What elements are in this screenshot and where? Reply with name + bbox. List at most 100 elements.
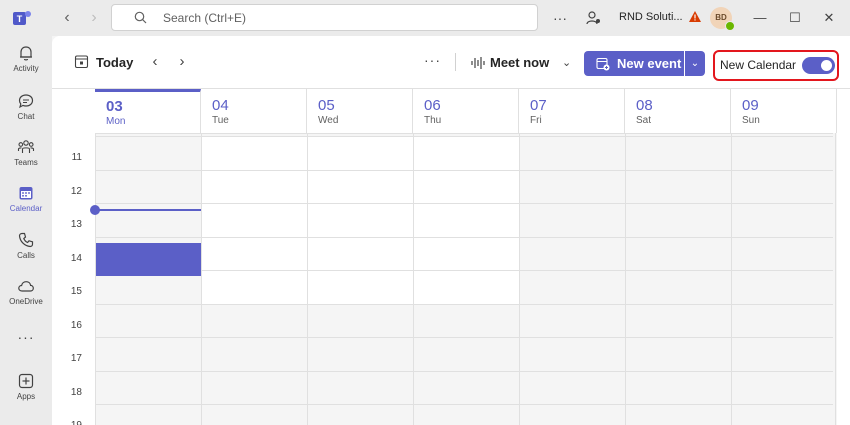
warning-icon[interactable] [689,11,701,22]
hour-label: 14 [70,252,82,264]
day-header-03[interactable]: 03 Mon [95,89,201,133]
rail-item-calls[interactable]: Calls [0,231,52,275]
back-icon[interactable]: ‹ [58,9,76,27]
day-number: 05 [318,97,335,114]
hour-label: 16 [70,319,82,331]
search-input[interactable]: Search (Ctrl+E) [111,4,538,31]
day-header-04[interactable]: 04 Tue [201,89,307,133]
calendar-icon [19,187,33,200]
hour-line [95,270,833,271]
calendar-today-icon [74,55,89,69]
forward-icon[interactable]: › [85,9,103,27]
more-apps-icon[interactable]: ··· [0,329,52,345]
hour-label: 13 [70,219,82,230]
day-header-06[interactable]: 06 Thu [413,89,519,133]
hour-line [95,404,833,405]
next-week-icon[interactable]: › [175,54,189,70]
working-hours-block [96,136,201,304]
day-of-week: Mon [106,116,126,127]
day-header-08[interactable]: 08 Sat [625,89,731,133]
grid-right-edge [835,133,836,425]
hour-line [95,203,833,204]
rail-label-calls: Calls [17,251,35,260]
day-number: 08 [636,97,653,114]
day-header-07[interactable]: 07 Fri [519,89,625,133]
day-column-06[interactable] [413,133,519,425]
day-column-05[interactable] [307,133,413,425]
day-number: 04 [212,97,229,114]
rail-item-calendar[interactable]: Calendar [0,184,52,228]
meet-now-label: Meet now [490,55,550,70]
rail-item-activity[interactable]: Activity [0,44,52,88]
new-calendar-highlight: New Calendar [713,50,839,81]
rail-label-activity: Activity [13,64,39,73]
day-column-07[interactable] [519,133,625,425]
calendar-toolbar: Today ‹ › ··· Meet now ⌄ New event ⌄ New… [52,36,850,89]
bell-icon [20,46,32,61]
new-calendar-label: New Calendar [720,58,797,72]
day-column-04[interactable] [201,133,307,425]
previous-week-icon[interactable]: ‹ [148,54,162,70]
search-placeholder: Search (Ctrl+E) [163,11,247,25]
calendar-add-icon [596,57,610,71]
current-time-dot [90,205,100,215]
hour-line [95,169,833,171]
app-rail: Activity Chat Teams Calendar Calls OneDr… [0,36,52,425]
hour-label: 17 [70,353,82,364]
new-calendar-toggle[interactable] [802,57,835,74]
teams-logo-icon: T [13,11,31,25]
day-column-09[interactable] [731,133,837,425]
day-number: 07 [530,97,547,114]
toggle-knob [821,60,832,71]
day-column-03[interactable] [95,133,201,425]
rail-item-onedrive[interactable]: OneDrive [0,277,52,321]
hour-line [95,337,833,338]
rail-label-teams: Teams [14,158,38,167]
rail-label-onedrive: OneDrive [9,297,43,306]
day-header-05[interactable]: 05 Wed [307,89,413,133]
day-of-week: Tue [212,115,229,126]
day-of-week: Thu [424,115,442,126]
phone-icon [18,232,34,248]
calendar-event-block[interactable] [96,242,201,276]
toolbar-more-icon[interactable]: ··· [424,52,441,68]
hour-label: 12 [70,185,82,197]
hour-line [95,303,833,305]
rail-item-apps[interactable]: Apps [0,372,52,416]
rail-label-chat: Chat [17,112,35,121]
day-column-08[interactable] [625,133,731,425]
svg-text:T: T [17,14,23,24]
working-hours-block [308,136,413,304]
people-settings-icon[interactable] [584,9,602,27]
close-icon[interactable]: ✕ [820,9,838,27]
working-hours-block [414,136,519,304]
day-of-week: Sat [636,115,652,126]
minimize-icon[interactable]: — [751,9,769,27]
search-icon [134,11,147,24]
more-options-icon[interactable]: ··· [551,9,569,27]
day-header-09[interactable]: 09 Sun [731,89,837,133]
day-columns [95,133,837,425]
day-number: 06 [424,97,441,114]
maximize-icon[interactable]: ☐ [786,9,804,27]
new-event-chevron-down-icon[interactable]: ⌄ [685,51,705,76]
new-event-button[interactable]: New event [584,51,684,76]
rail-item-teams[interactable]: Teams [0,138,52,182]
hour-line [95,370,833,372]
cloud-icon [18,281,34,292]
waveform-icon [471,57,485,69]
rail-item-chat[interactable]: Chat [0,92,52,136]
day-of-week: Sun [742,115,760,126]
rail-label-calendar: Calendar [9,204,43,213]
new-event-label: New event [617,56,682,71]
teams-icon [17,140,35,153]
day-number: 03 [106,98,123,115]
toolbar-divider [455,53,456,71]
org-name[interactable]: RND Soluti... [619,11,683,23]
hour-label: 19 [52,420,82,425]
hour-line [95,136,833,137]
hour-line [95,236,833,238]
hour-label: 18 [70,386,82,398]
calendar-main: Today ‹ › ··· Meet now ⌄ New event ⌄ New… [52,36,850,425]
meet-now-chevron-down-icon[interactable]: ⌄ [562,56,571,69]
